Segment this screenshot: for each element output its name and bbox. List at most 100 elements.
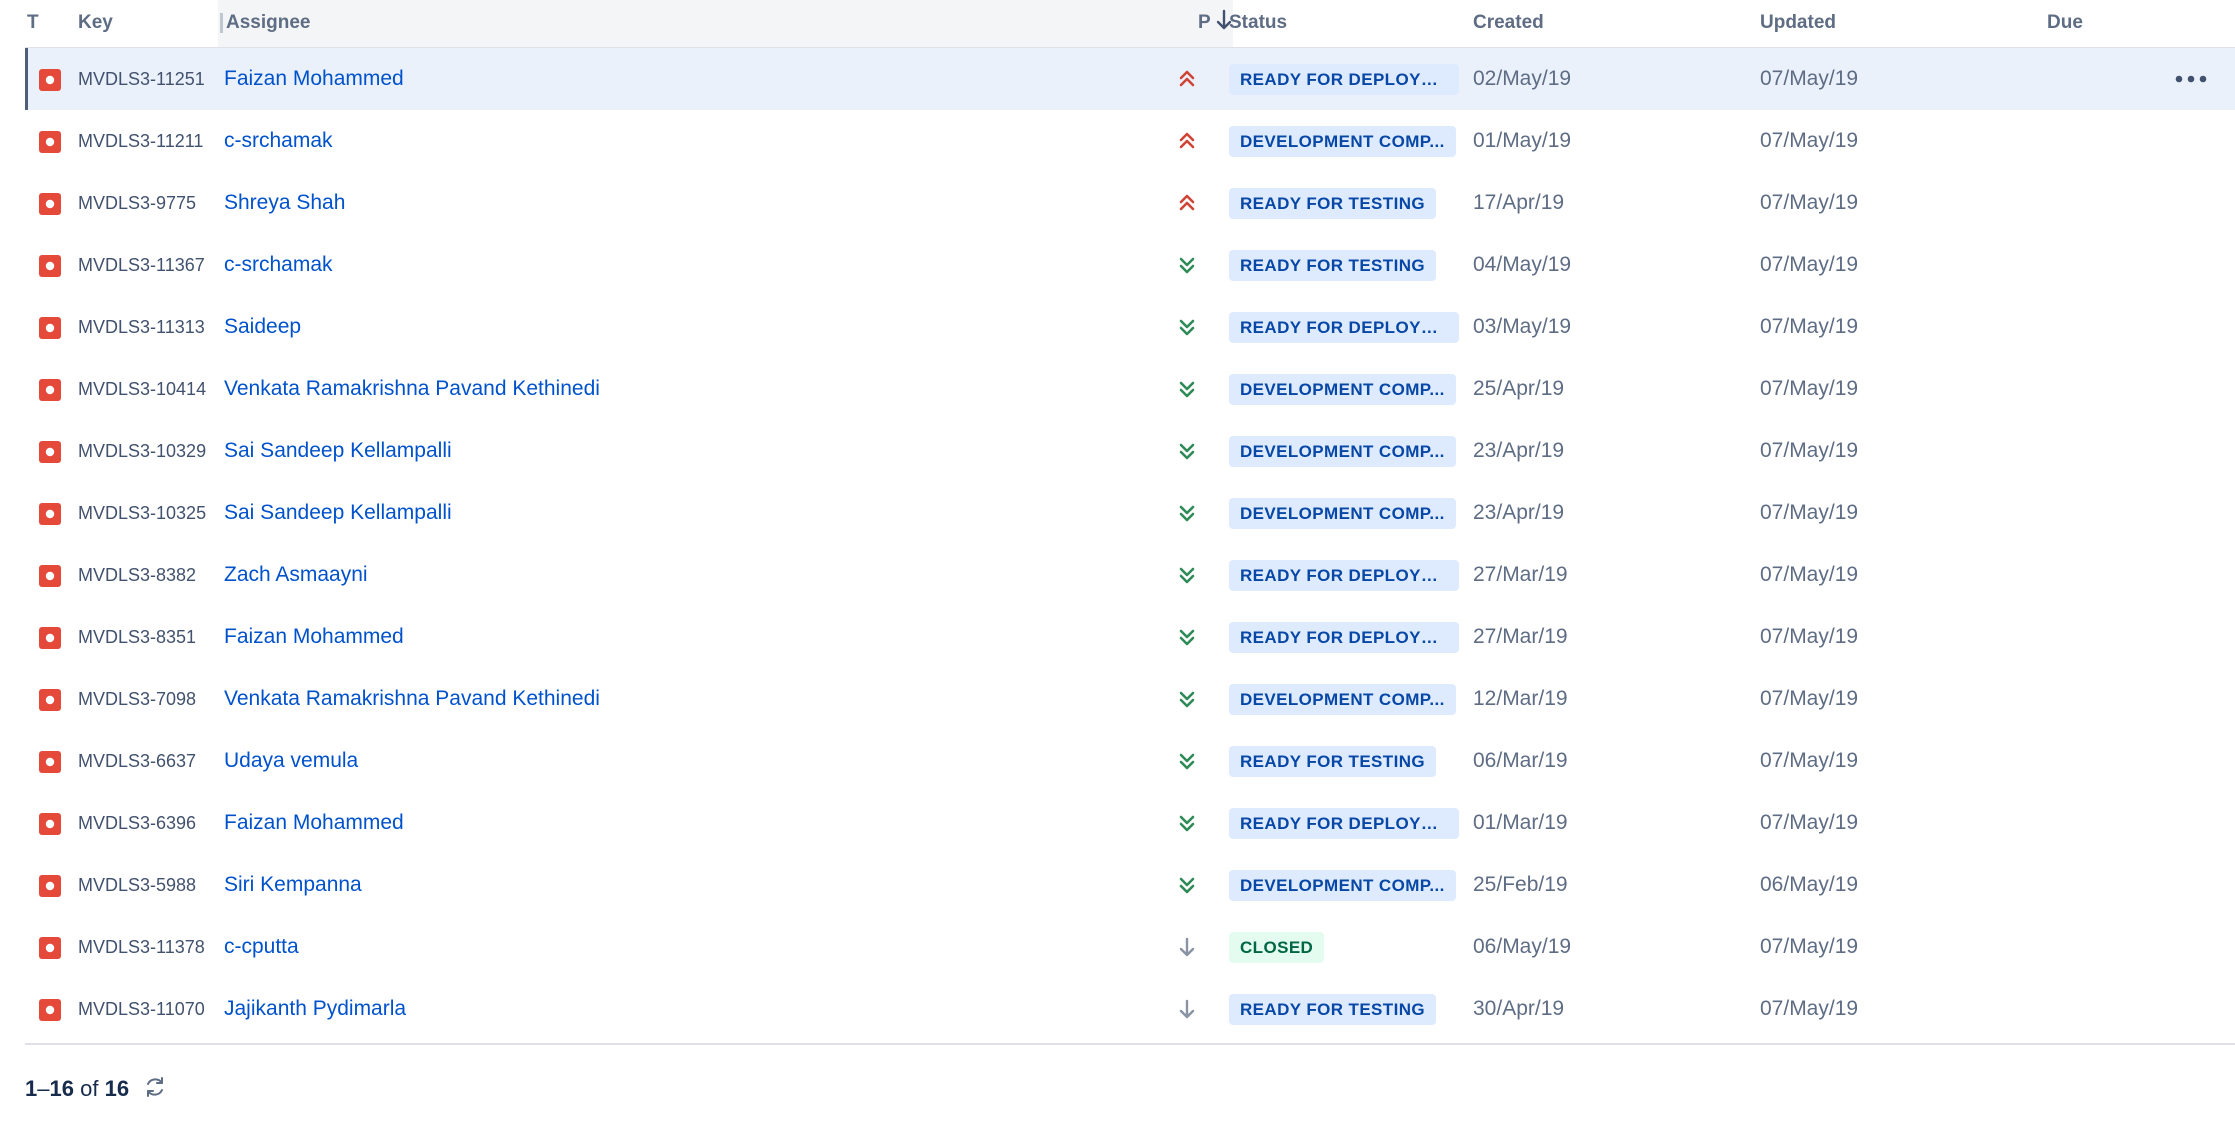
status-cell: READY FOR DEPLOYM... (1229, 64, 1459, 95)
column-header-priority-label: P (1198, 12, 1211, 33)
assignee-link[interactable]: Saideep (224, 296, 301, 358)
assignee-link[interactable]: Zach Asmaayni (224, 544, 368, 606)
issue-key-link[interactable]: MVDLS3-10325 (78, 482, 206, 544)
more-horizontal-icon[interactable] (2173, 70, 2209, 88)
bug-icon (39, 627, 61, 649)
issue-key-link[interactable]: MVDLS3-11070 (78, 978, 205, 1040)
column-header-type[interactable]: T (27, 0, 39, 47)
assignee-link[interactable]: Faizan Mohammed (224, 792, 404, 854)
table-row[interactable]: MVDLS3-7098 Venkata Ramakrishna Pavand Ke… (25, 668, 2235, 730)
status-cell: READY FOR DEPLOYM... (1229, 560, 1459, 591)
issue-key-link[interactable]: MVDLS3-5988 (78, 854, 196, 916)
pagination-total: 16 (104, 1076, 130, 1101)
status-lozenge: DEVELOPMENT COMP... (1229, 374, 1456, 405)
status-lozenge: READY FOR DEPLOYM... (1229, 312, 1459, 343)
assignee-link[interactable]: Sai Sandeep Kellampalli (224, 482, 452, 544)
issue-key-link[interactable]: MVDLS3-10329 (78, 420, 206, 482)
issue-key-link[interactable]: MVDLS3-6396 (78, 792, 196, 854)
created-date: 23/Apr/19 (1473, 439, 1565, 462)
bug-icon (39, 999, 61, 1021)
bug-icon (39, 255, 61, 277)
pagination-start: 1 (25, 1076, 38, 1101)
issue-key-link[interactable]: MVDLS3-11378 (78, 916, 205, 978)
assignee-link[interactable]: Udaya vemula (224, 730, 358, 792)
assignee-link[interactable]: c-srchamak (224, 234, 333, 296)
issue-key-link[interactable]: MVDLS3-10414 (78, 358, 206, 420)
priority-lowest-icon (1175, 439, 1199, 463)
priority-lowest-icon (1175, 253, 1199, 277)
column-header-status[interactable]: Status (1229, 0, 1287, 47)
assignee-link[interactable]: Faizan Mohammed (224, 606, 404, 668)
status-cell: DEVELOPMENT COMP... (1229, 498, 1456, 529)
status-cell: READY FOR TESTING (1229, 746, 1437, 777)
assignee-link[interactable]: Shreya Shah (224, 172, 345, 234)
issue-key-link[interactable]: MVDLS3-11251 (78, 48, 205, 110)
bug-icon (39, 193, 61, 215)
created-date: 03/May/19 (1473, 315, 1572, 338)
table-row[interactable]: MVDLS3-8351 Faizan Mohammed READY FOR DEPL… (25, 606, 2235, 668)
table-row[interactable]: MVDLS3-5988 Siri Kempanna DEVELOPMENT COMP… (25, 854, 2235, 916)
table-row[interactable]: MVDLS3-11367 c-srchamak READY FOR TESTING 0… (25, 234, 2235, 296)
created-date: 23/Apr/19 (1473, 501, 1565, 524)
issue-key-link[interactable]: MVDLS3-8382 (78, 544, 196, 606)
table-header: T Key Assignee P Status Created Updated … (25, 0, 2235, 49)
updated-date: 07/May/19 (1760, 439, 1859, 462)
assignee-link[interactable]: Sai Sandeep Kellampalli (224, 420, 452, 482)
created-date: 06/Mar/19 (1473, 749, 1568, 772)
status-cell: READY FOR DEPLOYM... (1229, 312, 1459, 343)
column-header-due[interactable]: Due (2047, 0, 2083, 47)
status-cell: READY FOR DEPLOYM... (1229, 622, 1459, 653)
updated-date: 07/May/19 (1760, 191, 1859, 214)
column-header-updated[interactable]: Updated (1760, 0, 1836, 47)
bug-icon (39, 131, 61, 153)
assignee-link[interactable]: Jajikanth Pydimarla (224, 978, 406, 1040)
updated-date: 07/May/19 (1760, 501, 1859, 524)
column-resize-handle[interactable] (220, 13, 223, 33)
issue-key-link[interactable]: MVDLS3-11211 (78, 110, 203, 172)
created-date: 27/Mar/19 (1473, 563, 1568, 586)
priority-highest-icon (1175, 191, 1199, 215)
assignee-link[interactable]: c-srchamak (224, 110, 333, 172)
assignee-link[interactable]: c-cputta (224, 916, 299, 978)
pagination-of: of (80, 1076, 99, 1101)
table-row[interactable]: MVDLS3-9775 Shreya Shah READY FOR TESTING 1… (25, 172, 2235, 234)
priority-lowest-icon (1175, 687, 1199, 711)
column-header-key[interactable]: Key (78, 0, 113, 47)
table-row[interactable]: MVDLS3-11378 c-cputta CLOSED 06/May/19 07/Ma… (25, 916, 2235, 978)
created-date: 17/Apr/19 (1473, 191, 1565, 214)
status-cell: DEVELOPMENT COMP... (1229, 684, 1456, 715)
table-row[interactable]: MVDLS3-11211 c-srchamak DEVELOPMENT COMP..… (25, 110, 2235, 172)
table-row[interactable]: MVDLS3-8382 Zach Asmaayni READY FOR DEPLOY… (25, 544, 2235, 606)
assignee-link[interactable]: Faizan Mohammed (224, 48, 404, 110)
table-row[interactable]: MVDLS3-6637 Udaya vemula READY FOR TESTING… (25, 730, 2235, 792)
table-row[interactable]: MVDLS3-11251 Faizan Mohammed READY FOR DEP… (25, 48, 2235, 110)
status-lozenge: DEVELOPMENT COMP... (1229, 126, 1456, 157)
table-row[interactable]: MVDLS3-10325 Sai Sandeep Kellampalli DEVEL… (25, 482, 2235, 544)
column-header-assignee-sorted[interactable]: Assignee P (218, 0, 1233, 47)
table-row[interactable]: MVDLS3-10414 Venkata Ramakrishna Pavand K… (25, 358, 2235, 420)
table-row[interactable]: MVDLS3-11313 Saideep READY FOR DEPLOYM... 0… (25, 296, 2235, 358)
created-date: 06/May/19 (1473, 935, 1572, 958)
created-date: 30/Apr/19 (1473, 997, 1565, 1020)
issue-key-link[interactable]: MVDLS3-11367 (78, 234, 205, 296)
issue-key-link[interactable]: MVDLS3-11313 (78, 296, 205, 358)
assignee-link[interactable]: Venkata Ramakrishna Pavand Kethinedi (224, 358, 600, 420)
assignee-link[interactable]: Venkata Ramakrishna Pavand Kethinedi (224, 668, 600, 730)
table-row[interactable]: MVDLS3-6396 Faizan Mohammed READY FOR DEPL… (25, 792, 2235, 854)
bug-icon (39, 937, 61, 959)
status-lozenge: READY FOR TESTING (1229, 746, 1437, 777)
table-row[interactable]: MVDLS3-10329 Sai Sandeep Kellampalli DEVEL… (25, 420, 2235, 482)
issue-key-link[interactable]: MVDLS3-7098 (78, 668, 196, 730)
table-row[interactable]: MVDLS3-11070 Jajikanth Pydimarla READY FOR… (25, 978, 2235, 1040)
created-date: 02/May/19 (1473, 67, 1572, 90)
issue-key-link[interactable]: MVDLS3-9775 (78, 172, 196, 234)
assignee-link[interactable]: Siri Kempanna (224, 854, 362, 916)
issue-key-link[interactable]: MVDLS3-8351 (78, 606, 196, 668)
issue-key-link[interactable]: MVDLS3-6637 (78, 730, 196, 792)
updated-date: 07/May/19 (1760, 625, 1859, 648)
status-lozenge: READY FOR DEPLOYM... (1229, 808, 1459, 839)
refresh-icon[interactable] (143, 1075, 167, 1099)
updated-date: 07/May/19 (1760, 67, 1859, 90)
column-header-created[interactable]: Created (1473, 0, 1544, 47)
status-lozenge: DEVELOPMENT COMP... (1229, 870, 1456, 901)
